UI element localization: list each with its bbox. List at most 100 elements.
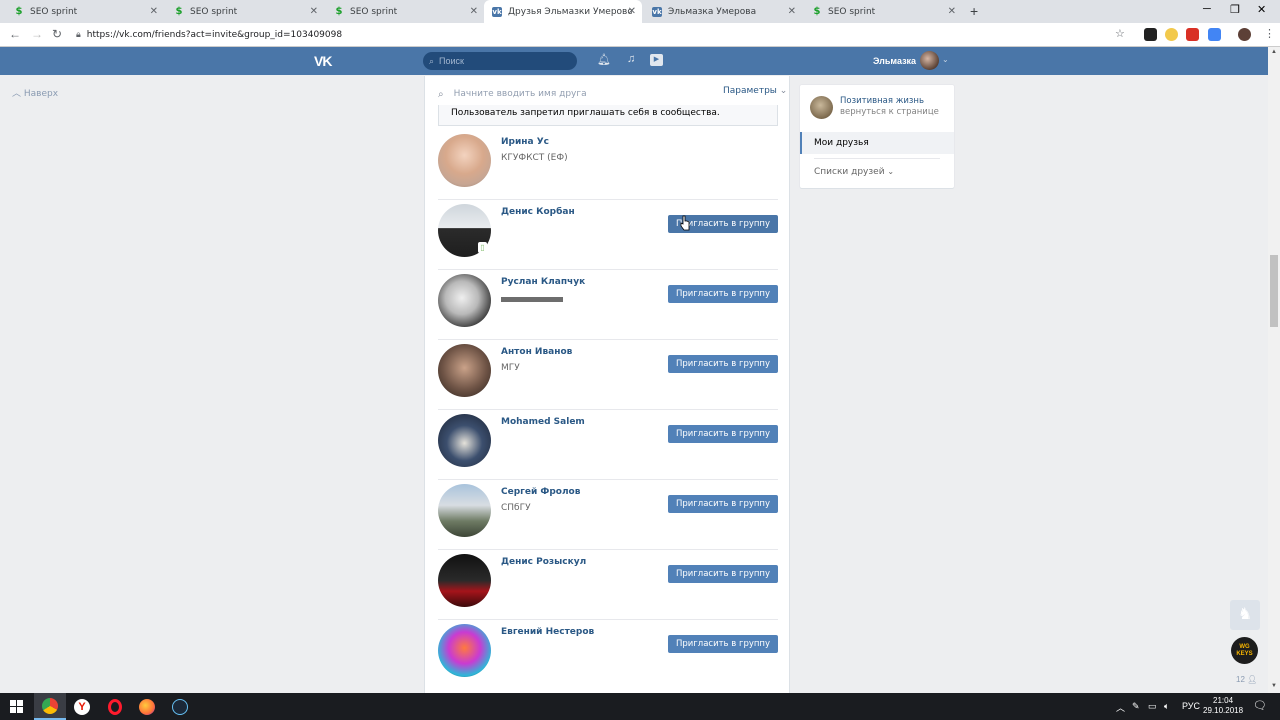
opera-taskbar-icon[interactable] (99, 693, 131, 720)
bell-icon[interactable]: 🔔︎ (597, 53, 611, 66)
friend-name-link[interactable]: Евгений Нестеров (501, 627, 594, 637)
clock-time: 21:04 (1213, 696, 1234, 705)
tab-title: SEO sprint (190, 6, 238, 17)
avatar[interactable] (438, 484, 491, 537)
redacted-bar (501, 297, 563, 302)
tray-expand-icon[interactable]: ︿ (1116, 701, 1125, 714)
browser-tab[interactable]: $ SEO sprint ✕ (6, 0, 164, 23)
browser-tab[interactable]: $ SEO sprint ✕ (166, 0, 324, 23)
close-tab-icon[interactable]: ✕ (788, 6, 796, 17)
group-avatar[interactable] (810, 96, 833, 119)
volume-icon[interactable]: 🔈︎ (1164, 701, 1169, 712)
lock-icon: 🔒︎ (76, 30, 81, 40)
friend-row: ▯ Денис Корбан Пригласить в группу (438, 200, 778, 270)
windows-taskbar: Y ︿ ✎ ▭ 🔈︎ РУС 21:04 29.10.2018 🗨︎ (0, 693, 1280, 720)
invite-to-group-button[interactable]: Пригласить в группу (668, 425, 778, 443)
music-icon[interactable]: ♫ (627, 53, 635, 65)
back-to-page-link[interactable]: вернуться к странице (840, 107, 939, 117)
friend-name-link[interactable]: Mohamed Salem (501, 417, 585, 427)
back-to-top-link[interactable]: ︿ Наверх (12, 86, 58, 99)
yandex-taskbar-icon[interactable]: Y (66, 693, 98, 720)
extension-icon[interactable] (1144, 28, 1157, 41)
group-name-link[interactable]: Позитивная жизнь (840, 96, 924, 106)
bookmark-star-icon[interactable]: ☆ (1115, 27, 1125, 40)
friend-name-link[interactable]: Антон Иванов (501, 347, 572, 357)
profile-avatar[interactable] (1238, 28, 1251, 41)
invite-to-group-button[interactable]: Пригласить в группу (668, 355, 778, 373)
extension-icon[interactable] (1165, 28, 1178, 41)
friend-name-link[interactable]: Сергей Фролов (501, 487, 580, 497)
divider (814, 158, 940, 159)
firefox-taskbar-icon[interactable] (131, 693, 163, 720)
language-indicator[interactable]: РУС (1182, 701, 1200, 711)
play-icon[interactable]: ▶ (650, 54, 663, 66)
friends-invite-panel: ⌕ Начните вводить имя друга Параметры ⌄ … (424, 76, 790, 693)
browser-tab[interactable]: $ SEO sprint ✕ (804, 0, 962, 23)
online-counter[interactable]: 12 👤︎ (1236, 675, 1257, 684)
vk-search-input[interactable]: ⌕ Поиск (423, 52, 577, 70)
url-field[interactable]: 🔒︎ https://vk.com/friends?act=invite&gro… (76, 26, 1136, 44)
steam-taskbar-icon[interactable] (164, 693, 196, 720)
avatar[interactable] (438, 624, 491, 677)
wg-keys-badge[interactable]: WG KEYS (1231, 637, 1258, 664)
close-tab-icon[interactable]: ✕ (150, 6, 158, 17)
network-icon[interactable]: ▭ (1148, 701, 1157, 712)
invite-to-group-button[interactable]: Пригласить в группу (668, 565, 778, 583)
invite-to-group-button[interactable]: Пригласить в группу (668, 495, 778, 513)
url-text: https://vk.com/friends?act=invite&group_… (86, 30, 343, 40)
vk-logo[interactable]: VK (314, 53, 332, 69)
chrome-taskbar-icon[interactable] (34, 693, 66, 720)
friend-lists-label: Списки друзей (814, 167, 885, 177)
browser-tab[interactable]: $ SEO sprint ✕ (326, 0, 484, 23)
close-window-icon[interactable]: ✕ (1257, 3, 1266, 16)
avatar[interactable] (438, 344, 491, 397)
page-scrollbar[interactable]: ▲ ▼ (1268, 47, 1280, 693)
pet-icon[interactable]: ♞ (1230, 600, 1260, 630)
avatar[interactable] (438, 134, 491, 187)
chevron-down-icon[interactable]: ⌄ (942, 55, 949, 64)
new-tab-button[interactable]: + (970, 3, 978, 19)
friend-row: Руслан Клапчук Пригласить в группу (438, 270, 778, 340)
friend-name-link[interactable]: Денис Розыскул (501, 557, 586, 567)
search-icon: ⌕ (429, 55, 435, 66)
friend-lists-dropdown[interactable]: Списки друзей ⌄ (814, 167, 894, 177)
avatar[interactable] (438, 274, 491, 327)
taskbar-clock[interactable]: 21:04 29.10.2018 (1203, 696, 1243, 716)
reload-icon[interactable]: ↻ (52, 27, 62, 41)
invite-to-group-button[interactable]: Пригласить в группу (668, 635, 778, 653)
pen-icon[interactable]: ✎ (1132, 701, 1140, 712)
close-tab-icon[interactable]: ✕ (628, 6, 636, 17)
close-tab-icon[interactable]: ✕ (310, 6, 318, 17)
vk-icon: vk (492, 6, 502, 17)
back-icon[interactable]: ← (9, 27, 21, 41)
extension-icon[interactable] (1186, 28, 1199, 41)
menu-dots-icon[interactable]: ⋮ (1264, 27, 1275, 40)
invite-to-group-button[interactable]: Пригласить в группу (668, 285, 778, 303)
avatar[interactable] (438, 414, 491, 467)
browser-tab-active[interactable]: vk Друзья Эльмазки Умеровой – 2 ✕ (484, 0, 642, 23)
friend-row: Антон Иванов МГУ Пригласить в группу (438, 340, 778, 410)
tab-title: SEO sprint (350, 6, 398, 17)
sidebar-item-my-friends[interactable]: Мои друзья (800, 132, 954, 154)
friend-name-link[interactable]: Руслан Клапчук (501, 277, 585, 287)
avatar[interactable] (920, 51, 939, 70)
friend-name-link[interactable]: Денис Корбан (501, 207, 575, 217)
friend-university: СПбГУ (501, 503, 531, 513)
restore-icon[interactable]: ❐ (1230, 3, 1240, 16)
avatar[interactable] (438, 554, 491, 607)
user-name[interactable]: Эльмазка (873, 56, 916, 66)
scroll-up-icon[interactable]: ▲ (1271, 49, 1277, 55)
friends-sidebar: Позитивная жизнь вернуться к странице Мо… (800, 85, 954, 188)
forward-icon[interactable]: → (31, 27, 43, 41)
browser-tab[interactable]: vk Эльмазка Умерова ✕ (644, 0, 802, 23)
extension-icon[interactable] (1208, 28, 1221, 41)
notifications-icon[interactable]: 🗨︎ (1253, 699, 1267, 712)
scroll-down-icon[interactable]: ▼ (1271, 683, 1277, 689)
params-dropdown[interactable]: Параметры ⌄ (723, 86, 787, 96)
friend-name-link[interactable]: Ирина Ус (501, 137, 549, 147)
windows-start-icon[interactable] (0, 693, 32, 720)
minimize-icon[interactable]: ─ (1203, 3, 1211, 15)
scrollbar-thumb[interactable] (1270, 255, 1278, 327)
close-tab-icon[interactable]: ✕ (470, 6, 478, 17)
close-tab-icon[interactable]: ✕ (948, 6, 956, 17)
